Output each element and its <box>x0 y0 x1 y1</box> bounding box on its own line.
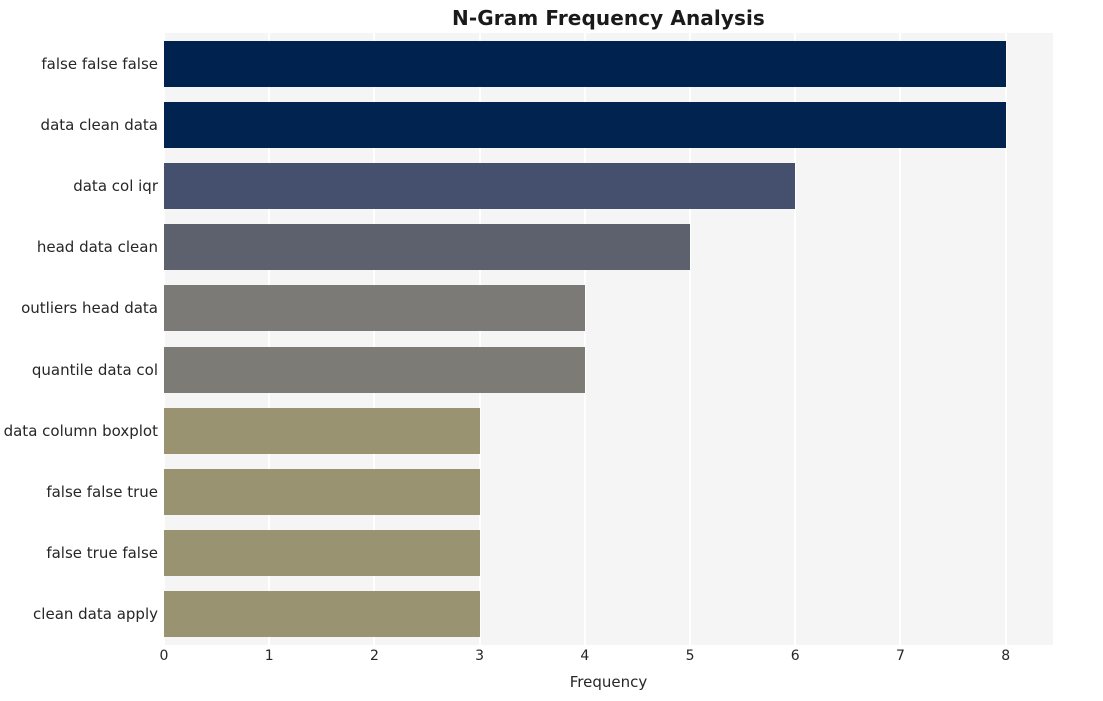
bar <box>164 163 796 209</box>
x-axis-tick-label: 2 <box>369 648 379 664</box>
x-axis-tick-label: 8 <box>1001 648 1011 664</box>
chart-title: N-Gram Frequency Analysis <box>452 6 765 30</box>
chart-figure: N-Gram Frequency Analysis false false fa… <box>0 0 1103 701</box>
y-axis-tick-label: false false true <box>46 483 158 501</box>
bar <box>164 591 480 638</box>
bar <box>164 224 691 271</box>
bar <box>164 530 480 577</box>
y-axis-tick-label: data clean data <box>40 115 158 134</box>
x-axis-tick-label: 7 <box>895 648 905 664</box>
y-axis-tick-label: clean data apply <box>33 605 158 624</box>
bar <box>164 346 585 393</box>
bar <box>164 101 1006 148</box>
x-axis-tick-label: 1 <box>264 648 274 664</box>
bar <box>164 285 585 332</box>
y-axis-tick-label: head data clean <box>36 238 158 257</box>
y-axis-tick-label: outliers head data <box>21 299 158 318</box>
y-axis-tick-label: quantile data col <box>31 360 158 379</box>
bar <box>164 469 480 515</box>
x-axis-tick-label: 0 <box>159 648 169 664</box>
bar <box>164 40 1006 87</box>
y-axis-tick-label: false false false <box>41 54 158 73</box>
y-axis-tick-label: data column boxplot <box>3 421 158 440</box>
plot-area <box>163 33 1053 645</box>
x-axis-tick-label: 4 <box>580 648 590 664</box>
x-axis-tick-labels: 0 1 2 3 4 5 6 7 8 <box>160 648 1053 670</box>
x-axis-tick-label: 3 <box>475 648 485 664</box>
bar <box>164 407 480 454</box>
x-axis-label: Frequency <box>569 673 648 691</box>
x-axis-tick-label: 5 <box>685 648 695 664</box>
y-axis-tick-label: data col iqr <box>73 177 158 195</box>
x-axis-tick-label: 6 <box>790 648 800 664</box>
y-axis-tick-labels: false false false data clean data data col… <box>0 33 158 645</box>
y-axis-tick-label: false true false <box>46 544 158 563</box>
